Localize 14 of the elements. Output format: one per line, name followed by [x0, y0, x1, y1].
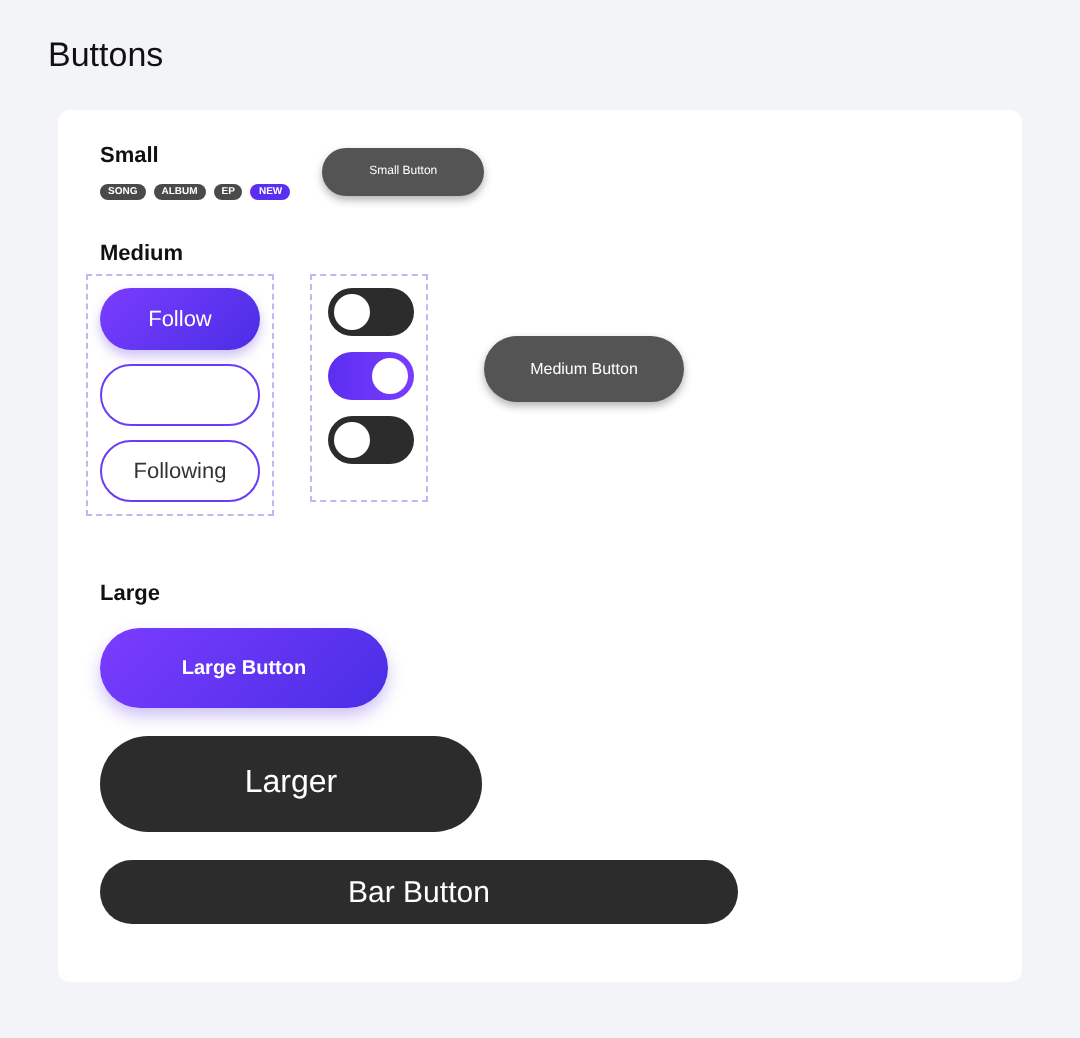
medium-button[interactable]: Medium Button — [484, 336, 684, 402]
toggle-switch[interactable] — [328, 288, 414, 336]
follow-button[interactable]: Follow — [100, 288, 260, 350]
section-heading: Medium — [100, 240, 186, 268]
toggle-switch[interactable] — [328, 416, 414, 464]
toggle-switch[interactable] — [328, 352, 414, 400]
large-button[interactable]: Bar Button — [100, 860, 738, 924]
follow-button[interactable]: Following — [100, 440, 260, 502]
section-heading: Small — [100, 142, 161, 170]
large-button[interactable]: Larger — [100, 736, 482, 832]
page-title: Buttons — [48, 34, 166, 78]
section-heading: Large — [100, 580, 162, 608]
large-button[interactable]: Large Button — [100, 628, 388, 708]
follow-button[interactable] — [100, 364, 260, 426]
